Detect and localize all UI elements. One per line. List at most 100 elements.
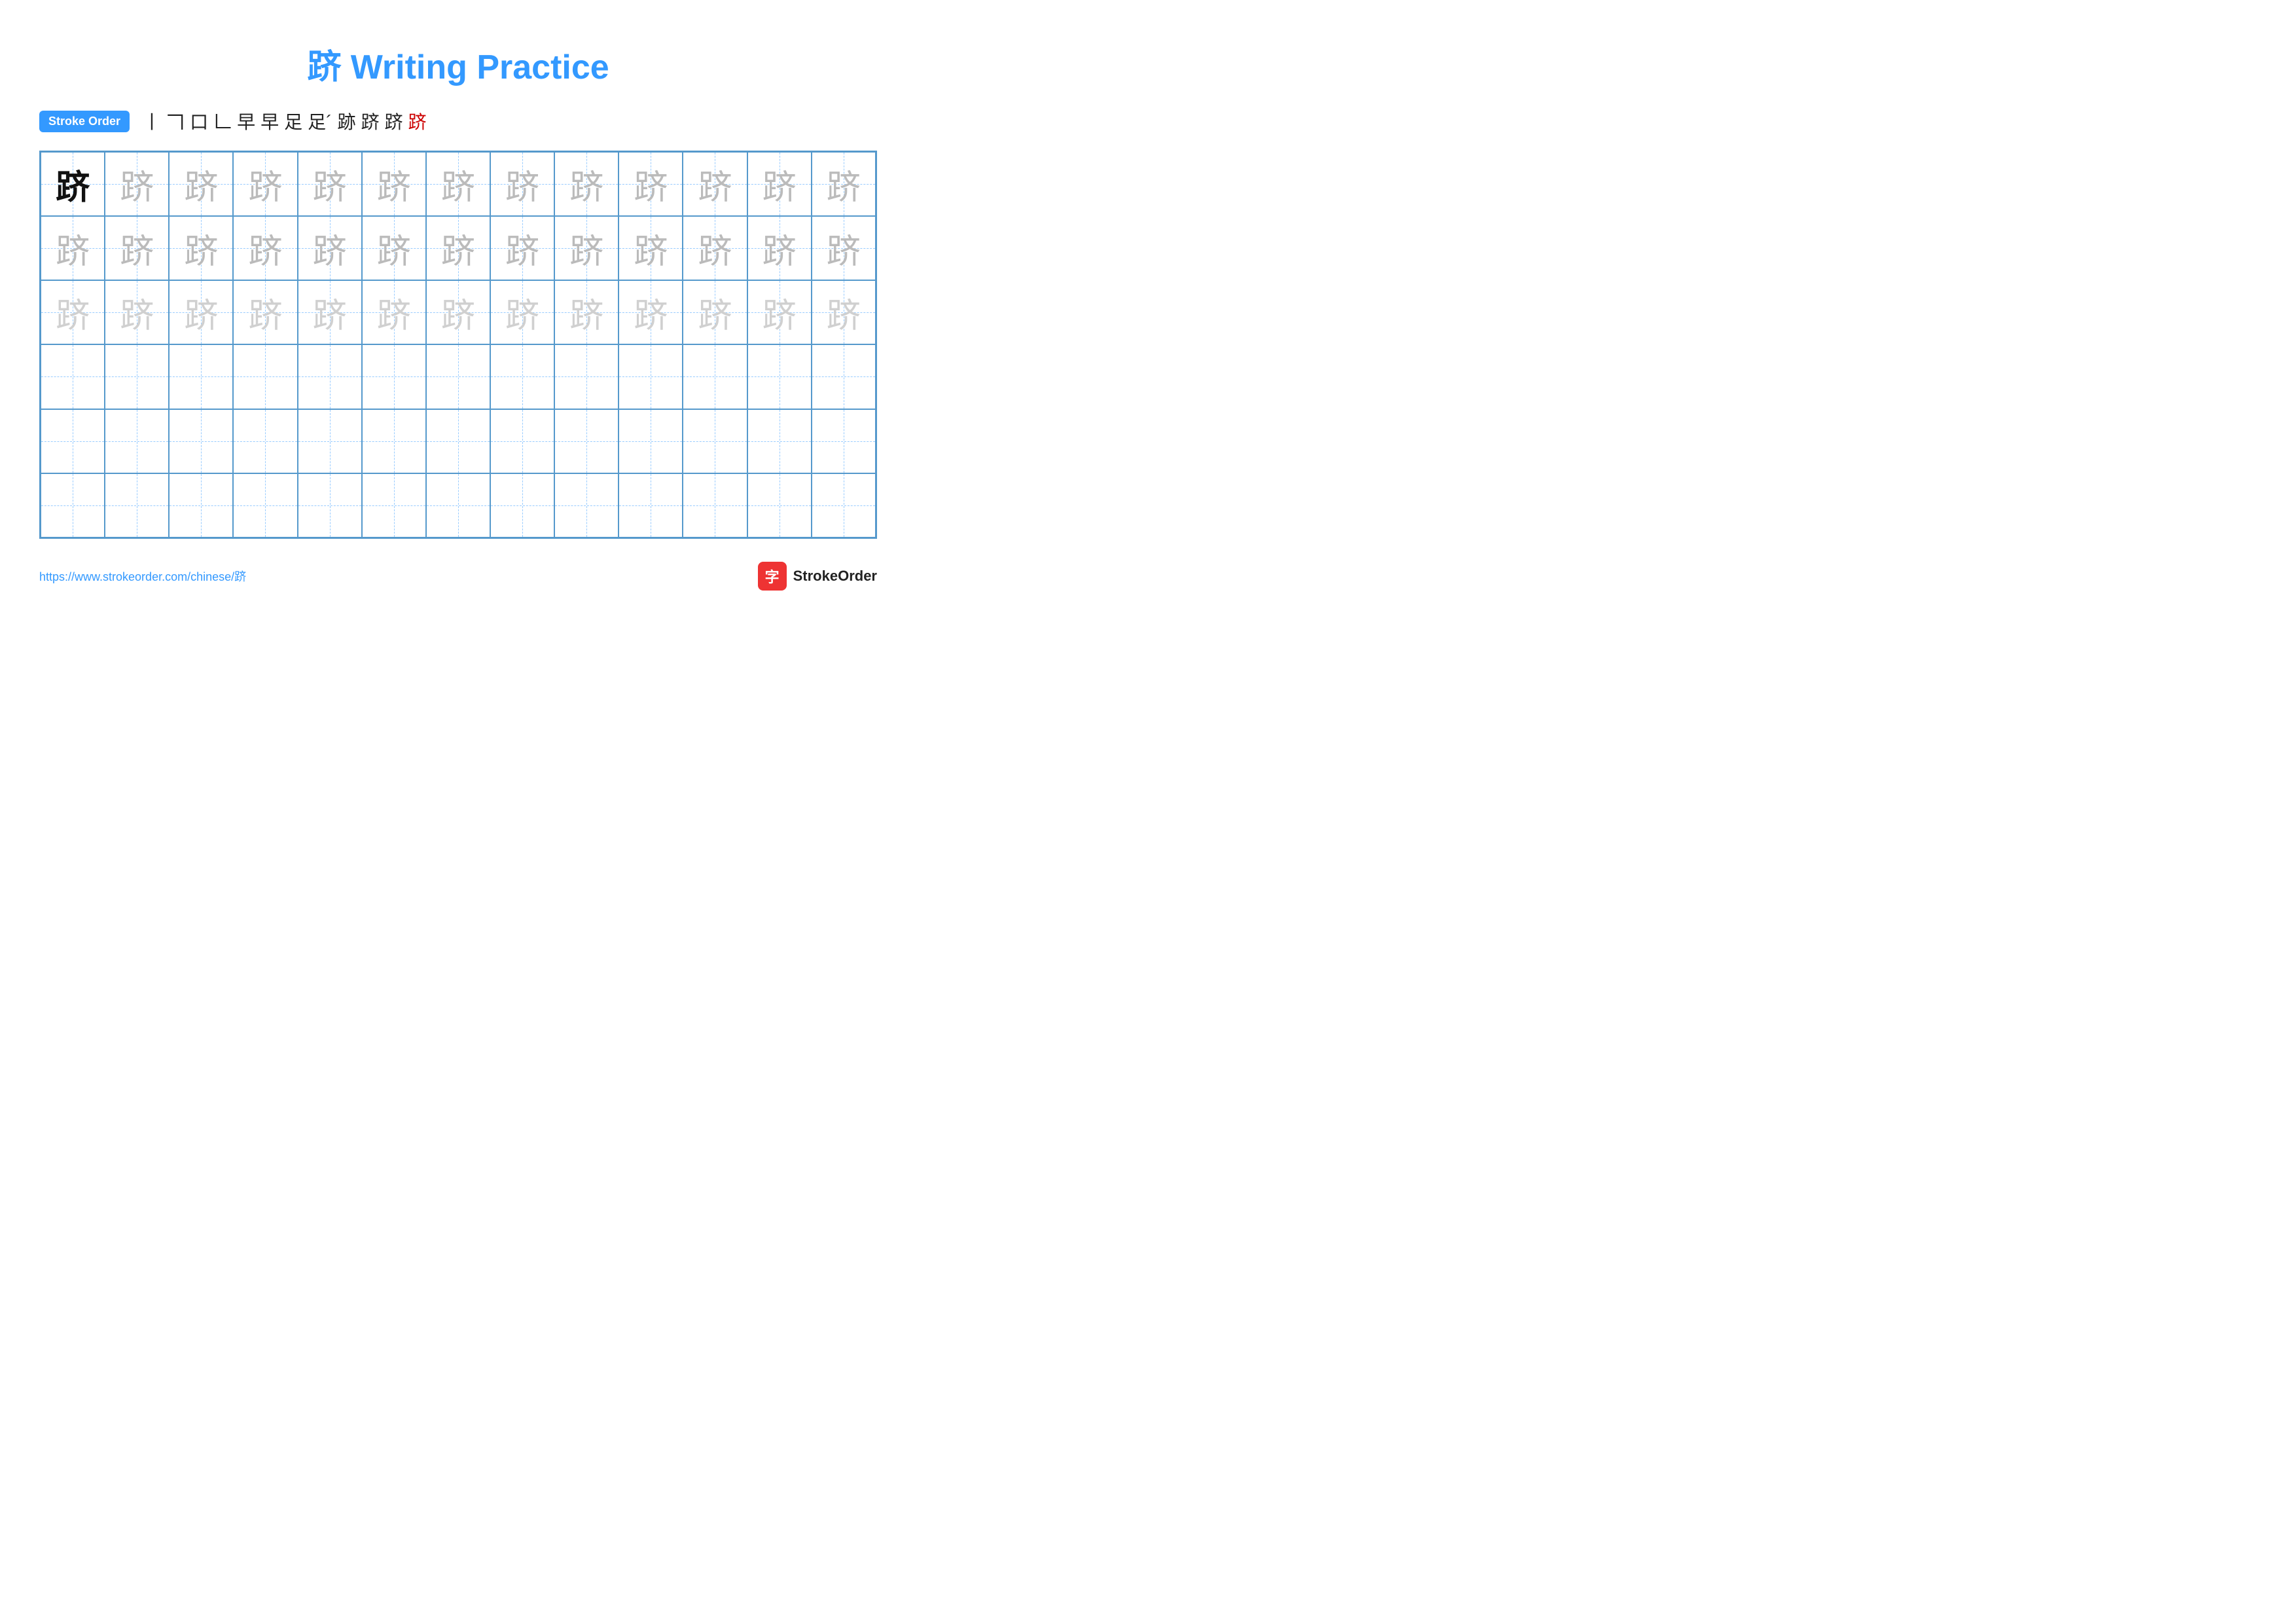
grid-cell-6-8[interactable]	[490, 473, 554, 538]
grid-cell-5-5[interactable]	[298, 409, 362, 473]
char-display: 跻	[762, 224, 797, 273]
grid-cell-3-12: 跻	[747, 280, 812, 344]
grid-cell-1-12: 跻	[747, 152, 812, 216]
grid-cell-6-13[interactable]	[812, 473, 876, 538]
stroke-step-12: 跻	[408, 108, 427, 134]
stroke-step-3: 口	[190, 108, 208, 134]
grid-cell-2-7: 跻	[426, 216, 490, 280]
char-display: 跻	[634, 160, 668, 209]
grid-cell-5-9[interactable]	[554, 409, 619, 473]
grid-cell-5-11[interactable]	[683, 409, 747, 473]
grid-cell-5-13[interactable]	[812, 409, 876, 473]
grid-cell-6-12[interactable]	[747, 473, 812, 538]
char-display: 跻	[505, 224, 539, 273]
grid-cell-4-10[interactable]	[619, 344, 683, 409]
grid-cell-4-11[interactable]	[683, 344, 747, 409]
stroke-order-badge: Stroke Order	[39, 111, 130, 132]
grid-cell-4-6[interactable]	[362, 344, 426, 409]
char-display: 跻	[569, 160, 603, 209]
char-display: 跻	[120, 224, 154, 273]
stroke-step-1: 丨	[143, 108, 161, 134]
grid-cell-5-1[interactable]	[41, 409, 105, 473]
char-display: 跻	[505, 288, 539, 337]
grid-cell-6-5[interactable]	[298, 473, 362, 538]
grid-cell-5-7[interactable]	[426, 409, 490, 473]
grid-cell-2-9: 跻	[554, 216, 619, 280]
char-display: 跻	[827, 288, 861, 337]
grid-cell-5-10[interactable]	[619, 409, 683, 473]
char-display: 跻	[762, 288, 797, 337]
grid-cell-4-7[interactable]	[426, 344, 490, 409]
grid-cell-4-4[interactable]	[233, 344, 297, 409]
grid-cell-2-4: 跻	[233, 216, 297, 280]
stroke-step-10: 跻	[361, 108, 380, 134]
char-display: 跻	[120, 160, 154, 209]
grid-cell-6-10[interactable]	[619, 473, 683, 538]
grid-row-5	[41, 409, 876, 473]
grid-cell-1-1: 跻	[41, 152, 105, 216]
grid-cell-1-7: 跻	[426, 152, 490, 216]
grid-cell-1-10: 跻	[619, 152, 683, 216]
char-display: 跻	[313, 160, 347, 209]
grid-cell-1-8: 跻	[490, 152, 554, 216]
grid-cell-4-1[interactable]	[41, 344, 105, 409]
stroke-step-7: 足	[284, 108, 302, 134]
grid-cell-4-3[interactable]	[169, 344, 233, 409]
grid-cell-6-7[interactable]	[426, 473, 490, 538]
grid-cell-6-3[interactable]	[169, 473, 233, 538]
stroke-step-2: 𠃍	[166, 108, 185, 134]
grid-cell-2-5: 跻	[298, 216, 362, 280]
grid-cell-4-5[interactable]	[298, 344, 362, 409]
grid-cell-1-13: 跻	[812, 152, 876, 216]
grid-cell-3-3: 跻	[169, 280, 233, 344]
char-display: 跻	[569, 288, 603, 337]
stroke-sequence: 丨 𠃍 口 𠃊 早 早 足 足´ 跡 跻 跻 跻	[143, 108, 427, 134]
footer-url[interactable]: https://www.strokeorder.com/chinese/跻	[39, 568, 246, 585]
grid-cell-5-3[interactable]	[169, 409, 233, 473]
grid-cell-2-6: 跻	[362, 216, 426, 280]
char-display: 跻	[441, 224, 475, 273]
char-display: 跻	[184, 224, 218, 273]
grid-cell-6-11[interactable]	[683, 473, 747, 538]
grid-cell-5-8[interactable]	[490, 409, 554, 473]
grid-cell-3-13: 跻	[812, 280, 876, 344]
grid-cell-4-13[interactable]	[812, 344, 876, 409]
grid-cell-3-2: 跻	[105, 280, 169, 344]
char-display: 跻	[827, 160, 861, 209]
grid-cell-2-11: 跻	[683, 216, 747, 280]
stroke-step-6: 早	[260, 108, 279, 134]
footer-brand: 字 StrokeOrder	[758, 562, 877, 591]
char-display: 跻	[634, 224, 668, 273]
grid-cell-1-3: 跻	[169, 152, 233, 216]
stroke-order-row: Stroke Order 丨 𠃍 口 𠃊 早 早 足 足´ 跡 跻 跻 跻	[39, 108, 877, 134]
grid-cell-6-2[interactable]	[105, 473, 169, 538]
grid-cell-1-2: 跻	[105, 152, 169, 216]
char-display: 跻	[762, 160, 797, 209]
grid-cell-4-12[interactable]	[747, 344, 812, 409]
grid-cell-6-4[interactable]	[233, 473, 297, 538]
grid-row-4	[41, 344, 876, 409]
grid-cell-4-9[interactable]	[554, 344, 619, 409]
char-display: 跻	[248, 160, 282, 209]
grid-cell-6-6[interactable]	[362, 473, 426, 538]
brand-icon: 字	[758, 562, 787, 591]
grid-cell-3-5: 跻	[298, 280, 362, 344]
grid-cell-1-5: 跻	[298, 152, 362, 216]
grid-cell-5-2[interactable]	[105, 409, 169, 473]
stroke-step-8: 足´	[308, 108, 332, 134]
grid-cell-5-6[interactable]	[362, 409, 426, 473]
char-display: 跻	[505, 160, 539, 209]
char-display: 跻	[441, 160, 475, 209]
char-display: 跻	[184, 288, 218, 337]
char-display: 跻	[56, 160, 90, 209]
grid-cell-4-2[interactable]	[105, 344, 169, 409]
char-display: 跻	[377, 160, 411, 209]
char-display: 跻	[698, 224, 732, 273]
grid-cell-5-4[interactable]	[233, 409, 297, 473]
grid-cell-1-11: 跻	[683, 152, 747, 216]
char-display: 跻	[698, 160, 732, 209]
grid-cell-6-9[interactable]	[554, 473, 619, 538]
grid-cell-6-1[interactable]	[41, 473, 105, 538]
grid-cell-4-8[interactable]	[490, 344, 554, 409]
grid-cell-5-12[interactable]	[747, 409, 812, 473]
